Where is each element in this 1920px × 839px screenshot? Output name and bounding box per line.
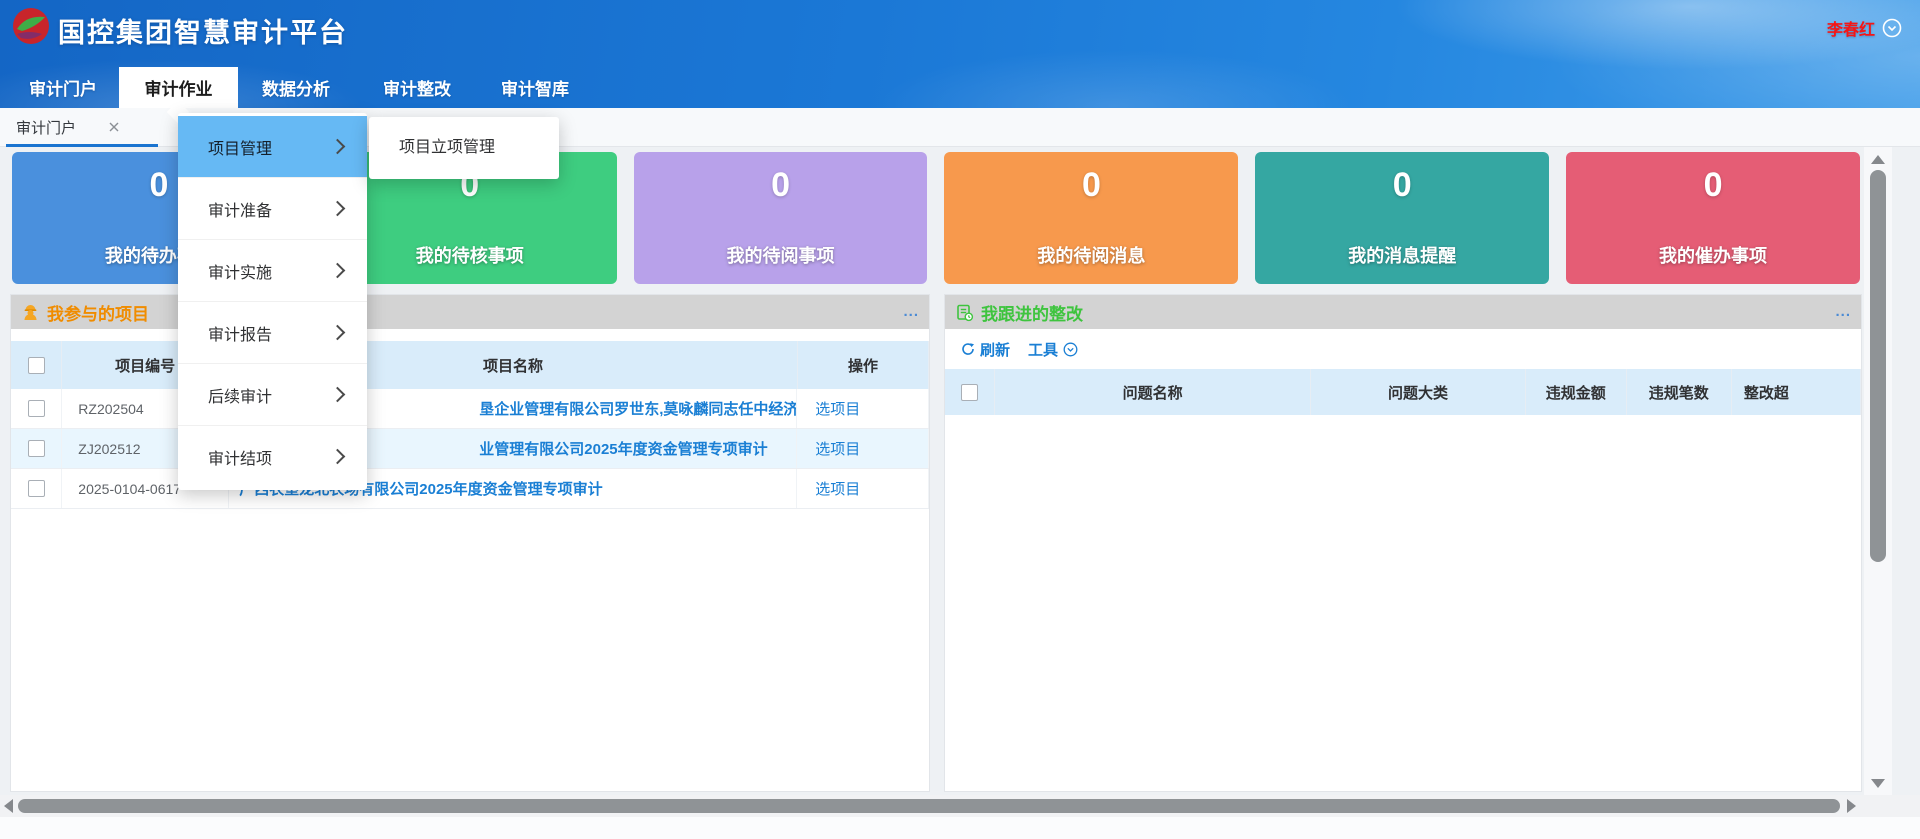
app-root: 国控集团智慧审计平台 李春红 审计门户 审计作业 数据分析 审计整改 审计智库 bbox=[0, 0, 1920, 839]
menu-item-audit-implementation[interactable]: 审计实施 bbox=[178, 239, 367, 301]
panel-my-projects: 我参与的项目 ... 项目编号 项目名称 操作 RZ202504 垦企业管理有限… bbox=[10, 294, 930, 792]
row-checkbox[interactable] bbox=[28, 440, 45, 457]
active-tab-underline bbox=[6, 144, 158, 147]
stat-card-label: 我的催办事项 bbox=[1566, 242, 1860, 268]
row-checkbox[interactable] bbox=[28, 480, 45, 497]
menu-item-label: 审计报告 bbox=[208, 321, 272, 345]
select-project-button[interactable]: 选项目 bbox=[815, 478, 860, 499]
column-header-issue-category: 问题大类 bbox=[1311, 369, 1526, 415]
menu-item-label: 后续审计 bbox=[208, 383, 272, 407]
stat-card-label: 我的待阅事项 bbox=[634, 242, 928, 268]
stat-card-value: 0 bbox=[634, 166, 928, 205]
panel-title: 我参与的项目 bbox=[47, 300, 149, 325]
select-project-button[interactable]: 选项目 bbox=[815, 438, 860, 459]
scroll-right-arrow[interactable] bbox=[1847, 799, 1856, 813]
menu-item-project-mgmt[interactable]: 项目管理 bbox=[178, 116, 367, 177]
clipboard-clock-icon bbox=[955, 303, 974, 322]
vertical-scroll-thumb[interactable] bbox=[1870, 170, 1886, 562]
row-checkbox[interactable] bbox=[28, 400, 45, 417]
panel-title: 我跟进的整改 bbox=[981, 300, 1083, 325]
chevron-circle-icon bbox=[1063, 342, 1078, 357]
column-header-action: 操作 bbox=[798, 341, 929, 389]
close-icon[interactable] bbox=[108, 121, 120, 133]
column-header-violation-amount: 违规金额 bbox=[1526, 369, 1627, 415]
column-header-issue-name: 问题名称 bbox=[995, 369, 1311, 415]
nav-item-label: 审计门户 bbox=[29, 75, 97, 100]
panel-my-rectifications: 我跟进的整改 ... 刷新 工具 bbox=[944, 294, 1862, 792]
table-row: 2025-0104-0617 广西农垦龙北农场有限公司2025年度资金管理专项审… bbox=[11, 469, 929, 509]
user-menu[interactable]: 李春红 bbox=[1827, 14, 1902, 42]
stat-card-label: 我的消息提醒 bbox=[1255, 242, 1549, 268]
table-row: RZ202504 垦企业管理有限公司罗世东,莫咏麟同志任中经济责任审... 选项… bbox=[11, 389, 929, 429]
chevron-right-icon bbox=[330, 449, 346, 465]
nav-item-label: 审计整改 bbox=[383, 75, 451, 100]
stat-card-value: 0 bbox=[944, 166, 1238, 205]
stat-card-label: 我的待阅消息 bbox=[944, 242, 1238, 268]
menu-item-audit-report[interactable]: 审计报告 bbox=[178, 301, 367, 363]
select-all-checkbox[interactable] bbox=[28, 357, 45, 374]
tab-audit-portal[interactable]: 审计门户 bbox=[0, 108, 140, 146]
nav-item-label: 数据分析 bbox=[262, 75, 330, 100]
panel-header: 我跟进的整改 ... bbox=[945, 295, 1861, 329]
more-button[interactable]: ... bbox=[903, 307, 919, 317]
tools-label: 工具 bbox=[1028, 339, 1058, 360]
dropdown-menu: 项目管理 审计准备 审计实施 审计报告 后续审计 审计结项 bbox=[178, 113, 367, 490]
chevron-right-icon bbox=[330, 139, 346, 155]
nav-item-label: 审计智库 bbox=[501, 75, 569, 100]
column-header-rectify-overdue: 整改超 bbox=[1732, 369, 1861, 415]
menu-item-label: 审计准备 bbox=[208, 197, 272, 221]
nav-item-audit-portal[interactable]: 审计门户 bbox=[13, 67, 113, 108]
panel-header: 我参与的项目 ... bbox=[11, 295, 929, 329]
refresh-icon bbox=[961, 342, 975, 356]
table-empty-area bbox=[945, 415, 1861, 785]
stat-card-toread-messages[interactable]: 0 我的待阅消息 bbox=[944, 152, 1238, 284]
scroll-left-arrow[interactable] bbox=[4, 799, 13, 813]
bottom-strip bbox=[0, 817, 1920, 839]
menu-item-label: 审计实施 bbox=[208, 259, 272, 283]
menu-item-label: 项目管理 bbox=[208, 135, 272, 159]
stat-card-value: 0 bbox=[1566, 166, 1860, 205]
submenu: 项目立项管理 bbox=[369, 117, 559, 179]
tools-button[interactable]: 工具 bbox=[1028, 339, 1078, 360]
stat-card-toread-items[interactable]: 0 我的待阅事项 bbox=[634, 152, 928, 284]
scroll-up-arrow[interactable] bbox=[1871, 155, 1885, 164]
table-row: ZJ202512 业管理有限公司2025年度资金管理专项审计 选项目 bbox=[11, 429, 929, 469]
select-all-checkbox[interactable] bbox=[961, 384, 978, 401]
scroll-down-arrow[interactable] bbox=[1871, 779, 1885, 788]
column-header-violation-count: 违规笔数 bbox=[1627, 369, 1732, 415]
submenu-item-project-initiation[interactable]: 项目立项管理 bbox=[369, 117, 559, 179]
app-title: 国控集团智慧审计平台 bbox=[58, 11, 348, 50]
nav-item-label: 审计作业 bbox=[145, 75, 213, 100]
nav-item-audit-rectify[interactable]: 审计整改 bbox=[362, 67, 472, 108]
chevron-right-icon bbox=[330, 387, 346, 403]
menu-item-follow-up-audit[interactable]: 后续审计 bbox=[178, 363, 367, 425]
chevron-right-icon bbox=[330, 201, 346, 217]
select-project-button[interactable]: 选项目 bbox=[815, 398, 860, 419]
tab-label: 审计门户 bbox=[16, 117, 76, 138]
stat-card-value: 0 bbox=[1255, 166, 1549, 205]
table-header: 问题名称 问题大类 违规金额 违规笔数 整改超 bbox=[945, 369, 1861, 415]
nav-item-audit-knowledge[interactable]: 审计智库 bbox=[480, 67, 590, 108]
menu-item-audit-prep[interactable]: 审计准备 bbox=[178, 177, 367, 239]
more-button[interactable]: ... bbox=[1835, 307, 1851, 317]
menu-item-label: 审计结项 bbox=[208, 445, 272, 469]
chevron-right-icon bbox=[330, 325, 346, 341]
table-header: 项目编号 项目名称 操作 bbox=[11, 341, 929, 389]
stat-card-notifications[interactable]: 0 我的消息提醒 bbox=[1255, 152, 1549, 284]
worker-icon bbox=[21, 303, 40, 322]
spacer bbox=[11, 329, 929, 341]
username: 李春红 bbox=[1827, 16, 1875, 40]
menu-item-audit-closure[interactable]: 审计结项 bbox=[178, 425, 367, 487]
chevron-right-icon bbox=[330, 263, 346, 279]
nav-item-data-analysis[interactable]: 数据分析 bbox=[241, 67, 351, 108]
panel-toolbar: 刷新 工具 bbox=[945, 329, 1861, 369]
refresh-label: 刷新 bbox=[980, 339, 1010, 360]
refresh-button[interactable]: 刷新 bbox=[961, 339, 1010, 360]
horizontal-scroll-thumb[interactable] bbox=[18, 799, 1840, 813]
logo-icon bbox=[12, 7, 50, 45]
stat-card-urged[interactable]: 0 我的催办事项 bbox=[1566, 152, 1860, 284]
chevron-down-icon bbox=[1882, 18, 1902, 38]
app-header: 国控集团智慧审计平台 李春红 审计门户 审计作业 数据分析 审计整改 审计智库 bbox=[0, 0, 1920, 108]
